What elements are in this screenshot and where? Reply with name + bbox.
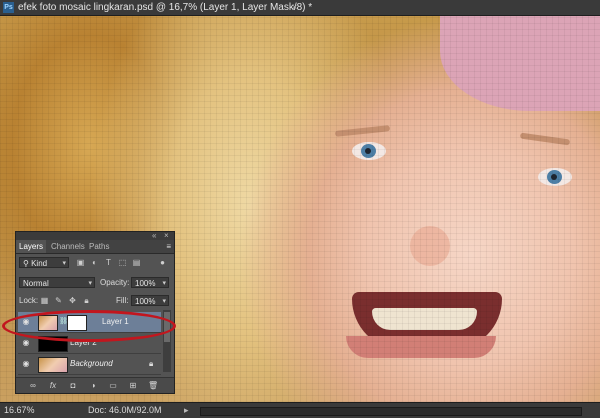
add-mask-icon[interactable]: ◘ — [68, 381, 78, 390]
new-layer-icon[interactable]: ⊞ — [128, 381, 138, 390]
panel-header[interactable]: « × — [16, 231, 174, 240]
fill-label: Fill: — [116, 296, 129, 305]
collapse-icon[interactable]: « — [152, 231, 156, 240]
lock-position-icon[interactable]: ✥ — [68, 296, 77, 305]
document-size: Doc: 46.0M/92.0M — [88, 405, 162, 415]
lock-label: Lock: — [19, 296, 39, 305]
search-icon: ⚲ — [23, 259, 32, 268]
fill-value: 100% — [135, 297, 156, 306]
pixel-filter-icon[interactable]: ▣ — [76, 258, 85, 267]
zoom-level[interactable]: 16.67% — [4, 403, 35, 418]
kind-filter-select[interactable]: ⚲ Kind ▾ — [19, 257, 69, 268]
tab-paths[interactable]: Paths — [86, 240, 112, 253]
layer-thumbnail — [38, 357, 68, 373]
panel-menu-icon[interactable]: ≡ — [166, 240, 171, 253]
panel-tabs: Layers Channels Paths ≡ — [16, 240, 174, 254]
smart-object-filter-icon[interactable]: ▤ — [132, 258, 141, 267]
link-layers-icon[interactable]: ∞ — [28, 381, 38, 390]
photoshop-app-icon: Ps — [3, 2, 14, 13]
horizontal-scrollbar[interactable] — [200, 407, 582, 416]
tab-channels[interactable]: Channels — [48, 240, 88, 253]
filter-toggle-icon[interactable]: ● — [158, 258, 167, 267]
lock-icon: 🔒︎ — [149, 359, 154, 368]
fill-field[interactable]: 100% ▾ — [131, 295, 169, 306]
delete-layer-icon[interactable]: 🗑︎ — [148, 381, 158, 390]
eye-icon[interactable]: ◉ — [22, 360, 30, 368]
blend-mode-value: Normal — [23, 279, 49, 288]
layer-row-background[interactable]: ◉ Background 🔒︎ — [18, 354, 161, 375]
lock-transparent-icon[interactable]: ▦ — [40, 296, 49, 305]
close-icon[interactable]: × — [164, 231, 169, 240]
blend-mode-select[interactable]: Normal ▾ — [19, 277, 95, 288]
adjustment-layer-icon[interactable]: ◑ — [88, 381, 98, 390]
kind-filter-value: Kind — [31, 259, 48, 268]
layers-bottom-toolbar: ∞ fx ◘ ◑ ▭ ⊞ 🗑︎ — [16, 377, 174, 393]
opacity-field[interactable]: 100% ▾ — [131, 277, 169, 288]
status-menu-arrow-icon[interactable]: ▸ — [184, 403, 189, 418]
document-tab[interactable]: Ps efek foto mosaic lingkaran.psd @ 16,7… — [0, 0, 600, 16]
layer-name: Background — [70, 359, 113, 368]
close-document-icon[interactable]: × — [292, 0, 297, 15]
new-group-icon[interactable]: ▭ — [108, 381, 118, 390]
opacity-value: 100% — [135, 279, 156, 288]
tab-layers[interactable]: Layers — [16, 240, 47, 253]
type-filter-icon[interactable]: T — [104, 258, 113, 267]
shape-filter-icon[interactable]: ⬚ — [118, 258, 127, 267]
document-title: efek foto mosaic lingkaran.psd @ 16,7% (… — [18, 2, 313, 13]
status-bar: 16.67% Doc: 46.0M/92.0M ▸ — [0, 402, 600, 418]
adjustment-filter-icon[interactable]: ◐ — [90, 258, 99, 267]
eye-icon[interactable]: ◉ — [22, 339, 30, 347]
layer-style-icon[interactable]: fx — [48, 381, 58, 390]
lock-all-icon[interactable]: 🔒︎ — [82, 296, 91, 305]
opacity-label: Opacity: — [100, 278, 130, 287]
highlight-ellipse — [2, 310, 176, 342]
lock-image-icon[interactable]: ✎ — [54, 296, 63, 305]
